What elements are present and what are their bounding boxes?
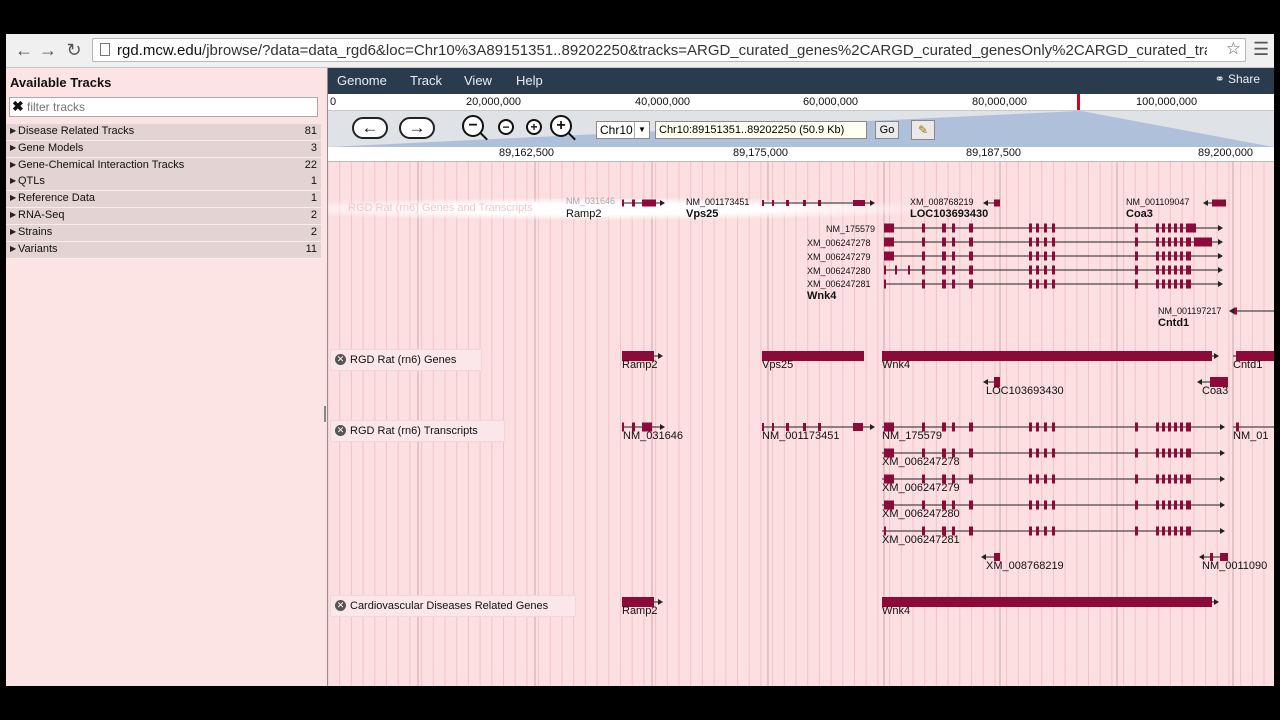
- gene-label[interactable]: Coa3: [1202, 385, 1228, 397]
- category-count: 1: [310, 175, 317, 188]
- track-label-cardio[interactable]: ✕ Cardiovascular Diseases Related Genes: [330, 595, 576, 617]
- caret-right-icon: ▶: [10, 142, 17, 152]
- category-name: Strains: [18, 225, 53, 238]
- category-name: Gene-Chemical Interaction Tracks: [18, 158, 185, 171]
- feature-label[interactable]: Ramp2: [566, 208, 601, 220]
- transcript-label[interactable]: XM_006247280: [882, 508, 960, 520]
- track-category[interactable]: ▶ Gene Models 3: [6, 140, 321, 158]
- feature-label[interactable]: Wnk4: [807, 290, 836, 302]
- hamburger-icon[interactable]: ☰: [1253, 39, 1269, 60]
- reload-icon[interactable]: ↻: [62, 38, 86, 62]
- transcript-label[interactable]: NM_001173451: [762, 430, 839, 442]
- panel-title: Available Tracks: [10, 75, 112, 90]
- caret-right-icon: ▶: [10, 210, 17, 219]
- gene-label[interactable]: Vps25: [762, 359, 793, 371]
- feature-label[interactable]: Coa3: [1126, 208, 1153, 220]
- star-icon[interactable]: ☆: [1226, 39, 1241, 59]
- url-path: /jbrowse/?data=data_rgd6&loc=Chr10%3A891…: [202, 42, 1207, 59]
- available-tracks-panel: Available Tracks ✖ ▶Disease Related Trac…: [6, 68, 328, 686]
- feature-label[interactable]: XM_006247280: [807, 266, 871, 276]
- track-label-text: Cardiovascular Diseases Related Genes: [350, 600, 549, 612]
- feature-label[interactable]: LOC103693430: [910, 208, 988, 220]
- genome-view: Genome Track View Help ⚭ Share 0 20,000,…: [328, 68, 1274, 686]
- transcript-label[interactable]: NM_0011090: [1202, 560, 1267, 572]
- transcript-label[interactable]: XM_006247278: [882, 456, 960, 468]
- close-icon[interactable]: ✕: [335, 600, 346, 611]
- track-category[interactable]: ▶ Reference Data 1: [6, 191, 321, 209]
- feature-label[interactable]: Cntd1: [1158, 317, 1189, 329]
- panel-splitter[interactable]: [324, 406, 326, 422]
- gene-label[interactable]: LOC103693430: [986, 385, 1064, 397]
- feature-label[interactable]: XM_006247281: [807, 279, 871, 289]
- transcript-label[interactable]: XM_006247279: [882, 482, 960, 494]
- track-category[interactable]: ▶ Gene-Chemical Interaction Tracks 22: [6, 157, 321, 175]
- track-label-text: RGD Rat (rn6) Genes: [350, 354, 457, 366]
- category-count: 81: [304, 125, 317, 137]
- browser-window: ← → ↻ rgd.mcw.edu/jbrowse/?data=data_rgd…: [6, 34, 1274, 686]
- category-count: 1: [310, 192, 317, 205]
- feature-label[interactable]: Vps25: [686, 208, 718, 220]
- transcript-label[interactable]: NM_031646: [623, 430, 683, 442]
- category-name: Gene Models: [18, 141, 84, 154]
- clear-filter-icon[interactable]: ✖: [12, 98, 24, 115]
- feature-label[interactable]: NM_175579: [826, 224, 875, 234]
- track-category[interactable]: ▶ Variants 11: [6, 241, 321, 259]
- gene-label[interactable]: Ramp2: [622, 605, 657, 617]
- transcript-label[interactable]: NM_175579: [882, 430, 942, 442]
- track-label-transcripts[interactable]: ✕ RGD Rat (rn6) Transcripts: [330, 420, 505, 442]
- caret-right-icon: ▶: [10, 176, 17, 186]
- close-icon[interactable]: ✕: [335, 354, 346, 365]
- feature-label[interactable]: XM_006247278: [807, 238, 871, 248]
- url-host: rgd.mcw.edu: [117, 42, 203, 59]
- transcript-label[interactable]: XM_006247281: [882, 534, 960, 546]
- category-name: Reference Data: [18, 192, 96, 205]
- gene-label[interactable]: Ramp2: [622, 359, 657, 371]
- caret-right-icon: ▶: [10, 193, 17, 203]
- feature-label[interactable]: NM_001197217: [1158, 306, 1221, 316]
- category-count: 3: [310, 141, 317, 154]
- caret-right-icon: ▶: [10, 243, 17, 253]
- category-name: RNA-Seq: [18, 209, 65, 221]
- browser-toolbar: ← → ↻ rgd.mcw.edu/jbrowse/?data=data_rgd…: [6, 34, 1274, 68]
- category-count: 2: [310, 225, 317, 238]
- caret-right-icon: ▶: [10, 159, 17, 169]
- feature-label[interactable]: XM_008768219: [910, 197, 974, 207]
- caret-right-icon: ▶: [10, 126, 17, 135]
- filter-tracks-box[interactable]: ✖: [9, 97, 318, 117]
- arrow-right-icon[interactable]: →: [36, 38, 60, 62]
- track-label-genes[interactable]: ✕ RGD Rat (rn6) Genes: [330, 349, 482, 371]
- arrow-left-icon[interactable]: ←: [12, 38, 36, 62]
- gene-label[interactable]: Cntd1: [1233, 359, 1262, 371]
- category-count: 11: [305, 242, 317, 255]
- feature-label[interactable]: NM_001109047: [1126, 197, 1189, 207]
- filter-tracks-input[interactable]: [27, 99, 312, 115]
- category-name: Variants: [18, 242, 58, 255]
- track-category[interactable]: ▶ Disease Related Tracks 81: [6, 124, 321, 141]
- close-icon[interactable]: ✕: [335, 425, 346, 436]
- url-text[interactable]: rgd.mcw.edu/jbrowse/?data=data_rgd6&loc=…: [117, 42, 1207, 59]
- feature-label[interactable]: NM_001173451: [686, 197, 749, 207]
- features-layer: [622, 199, 1274, 607]
- track-category[interactable]: ▶ Strains 2: [6, 224, 321, 242]
- track-category[interactable]: ▶ QTLs 1: [6, 174, 321, 192]
- page-icon: [100, 43, 110, 56]
- caret-right-icon: ▶: [10, 226, 17, 236]
- category-name: Disease Related Tracks: [18, 125, 135, 137]
- transcript-label[interactable]: XM_008768219: [986, 560, 1064, 572]
- track-label-text: RGD Rat (rn6) Transcripts: [350, 425, 478, 437]
- transcript-label[interactable]: NM_01: [1233, 430, 1268, 442]
- category-count: 22: [304, 158, 317, 171]
- track-category[interactable]: ▶ RNA-Seq 2: [6, 208, 321, 225]
- category-name: QTLs: [18, 175, 45, 188]
- gene-label[interactable]: Wnk4: [882, 605, 910, 617]
- gene-label[interactable]: Wnk4: [882, 359, 910, 371]
- category-count: 2: [310, 209, 317, 221]
- address-bar[interactable]: rgd.mcw.edu/jbrowse/?data=data_rgd6&loc=…: [92, 38, 1246, 62]
- feature-label[interactable]: NM_031646: [566, 196, 615, 206]
- feature-label[interactable]: XM_006247279: [807, 252, 871, 262]
